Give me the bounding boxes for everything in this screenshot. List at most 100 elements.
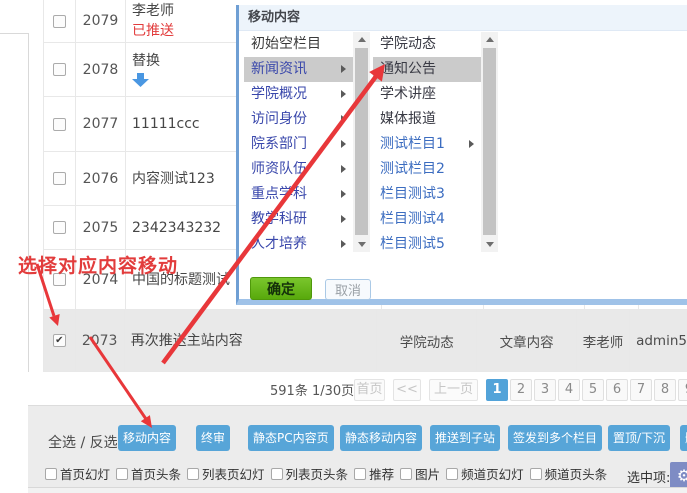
list-item[interactable]: 栏目测试5	[373, 232, 481, 252]
list-item[interactable]: 栏目测试3	[373, 182, 481, 207]
flag-list-headline[interactable]: 列表页头条	[271, 464, 349, 483]
row-title[interactable]: 再次推送主站内容	[131, 332, 243, 350]
push-down-icon	[132, 73, 149, 87]
push-to-subsite-button[interactable]: 推送到子站	[430, 425, 500, 451]
row-id: 2073	[76, 310, 125, 371]
bottom-toolbar: 全选 / 反选 移动内容 终审 静态PC内容页 静态移动内容 推送到子站 签发到…	[28, 405, 687, 493]
row-category: 学院动态	[376, 310, 476, 371]
prev-page-button[interactable]: 上一页	[429, 379, 478, 401]
row-title[interactable]: 替换	[132, 52, 160, 70]
confirm-button[interactable]: 确定	[250, 277, 312, 300]
static-mobile-page-button[interactable]: 静态移动内容	[340, 425, 422, 451]
row-title[interactable]: 李老师	[132, 2, 174, 20]
checkbox-icon[interactable]	[530, 468, 542, 480]
list-item[interactable]: 测试栏目1	[373, 132, 481, 157]
list-item[interactable]: 栏目测试4	[373, 207, 481, 232]
page-number-9[interactable]: 9	[678, 379, 687, 401]
scroll-down-icon[interactable]	[481, 237, 498, 252]
cms-content-manager: 2079 李老师 已推送 2078 替换 2077 11111ccc 2076 …	[0, 0, 687, 493]
list-item[interactable]: 访问身份	[244, 107, 353, 132]
checkbox-icon[interactable]	[271, 468, 283, 480]
scrollbar-thumb[interactable]	[483, 48, 496, 235]
scroll-down-icon[interactable]	[353, 237, 370, 252]
scrollbar[interactable]	[353, 32, 370, 252]
flag-channel-slide[interactable]: 频道页幻灯	[446, 464, 524, 483]
scroll-up-icon[interactable]	[353, 32, 370, 47]
list-item[interactable]: 媒体报道	[373, 107, 481, 132]
page-number-5[interactable]: 5	[582, 379, 604, 401]
pushed-badge: 已推送	[132, 22, 174, 40]
sign-to-columns-button[interactable]: 签发到多个栏目	[508, 425, 602, 451]
row-checkbox[interactable]	[53, 15, 66, 28]
row-type: 文章内容	[476, 310, 575, 371]
flag-recommend[interactable]: 推荐	[354, 464, 394, 483]
checkbox-icon[interactable]	[354, 468, 366, 480]
expand-arrow-icon	[341, 215, 346, 223]
flag-channel-headline[interactable]: 频道页头条	[530, 464, 608, 483]
row-checkbox[interactable]	[53, 118, 66, 131]
row-checkbox-checked[interactable]	[53, 334, 66, 347]
list-item[interactable]: 测试栏目2	[373, 157, 481, 182]
page-number-8[interactable]: 8	[654, 379, 676, 401]
page-number-4[interactable]: 4	[558, 379, 580, 401]
checkbox-icon[interactable]	[400, 468, 412, 480]
expand-arrow-icon	[341, 90, 346, 98]
flag-image[interactable]: 图片	[400, 464, 440, 483]
scrollbar[interactable]	[481, 32, 498, 252]
checkbox-icon[interactable]	[187, 468, 199, 480]
row-title[interactable]: 内容测试123	[132, 170, 215, 188]
final-review-button[interactable]: 终审	[196, 425, 230, 451]
move-content-dialog: 移动内容 初始空栏目 新闻资讯 学院概况 访问身份 院系部门 师资队伍 重点学科…	[236, 5, 687, 305]
selected-settings-button[interactable]: ⚙	[670, 462, 687, 490]
first-page-button[interactable]: 首页	[354, 379, 385, 401]
row-checkbox[interactable]	[53, 221, 66, 234]
row-checkbox-cell	[44, 97, 76, 151]
list-item[interactable]: 院系部门	[244, 132, 353, 157]
checkbox-icon[interactable]	[446, 468, 458, 480]
flag-list-slide[interactable]: 列表页幻灯	[187, 464, 265, 483]
flag-home-headline[interactable]: 首页头条	[116, 464, 181, 483]
row-checkbox[interactable]	[53, 63, 66, 76]
list-item[interactable]: 重点学科	[244, 182, 353, 207]
scrollbar-thumb[interactable]	[355, 48, 368, 235]
checkbox-icon[interactable]	[116, 468, 128, 480]
fast-prev-button[interactable]: <<	[393, 379, 421, 401]
table-row-selected: 2073 再次推送主站内容 学院动态 文章内容 李老师 admin5	[43, 310, 687, 372]
selected-items-label: 选中项:	[627, 467, 670, 486]
flag-home-slide[interactable]: 首页幻灯	[45, 464, 110, 483]
source-column-list: 初始空栏目 新闻资讯 学院概况 访问身份 院系部门 师资队伍 重点学科 教学科研…	[244, 32, 370, 252]
list-item-selected[interactable]: 通知公告	[373, 57, 481, 82]
page-number-2[interactable]: 2	[510, 379, 532, 401]
row-title[interactable]: 11111ccc	[132, 115, 200, 133]
row-id: 2076	[76, 152, 126, 205]
page-number-1[interactable]: 1	[486, 379, 508, 401]
list-item[interactable]: 师资队伍	[244, 157, 353, 182]
static-pc-page-button[interactable]: 静态PC内容页	[248, 425, 334, 451]
page-number-7[interactable]: 7	[630, 379, 652, 401]
delete-button[interactable]: 删除	[680, 425, 687, 451]
row-checkbox[interactable]	[53, 172, 66, 185]
checkbox-icon[interactable]	[45, 468, 57, 480]
list-item[interactable]: 教学科研	[244, 207, 353, 232]
row-title[interactable]: 2342343232	[132, 219, 221, 237]
cancel-button[interactable]: 取消	[325, 279, 371, 300]
target-column-list: 学院动态 通知公告 学术讲座 媒体报道 测试栏目1 测试栏目2 栏目测试3 栏目…	[373, 32, 498, 252]
move-content-button[interactable]: 移动内容	[118, 425, 176, 451]
flags-row: 首页幻灯 首页头条 列表页幻灯 列表页头条 推荐 图片 频道页幻灯 频道页头条	[45, 464, 613, 483]
expand-arrow-icon	[341, 65, 346, 73]
expand-arrow-icon	[341, 115, 346, 123]
bottom-strip	[28, 487, 687, 493]
expand-arrow-icon	[341, 165, 346, 173]
row-id: 2079	[76, 0, 126, 42]
list-item[interactable]: 学院概况	[244, 82, 353, 107]
list-item[interactable]: 人才培养	[244, 232, 353, 252]
pin-sink-button[interactable]: 置顶/下沉	[608, 425, 670, 451]
list-item-selected[interactable]: 新闻资讯	[244, 57, 353, 82]
page-number-6[interactable]: 6	[606, 379, 628, 401]
scroll-up-icon[interactable]	[481, 32, 498, 47]
list-item[interactable]: 学术讲座	[373, 82, 481, 107]
list-item[interactable]: 初始空栏目	[244, 32, 353, 57]
select-invert-link[interactable]: 全选 / 反选	[48, 432, 118, 452]
page-number-3[interactable]: 3	[534, 379, 556, 401]
list-item[interactable]: 学院动态	[373, 32, 481, 57]
